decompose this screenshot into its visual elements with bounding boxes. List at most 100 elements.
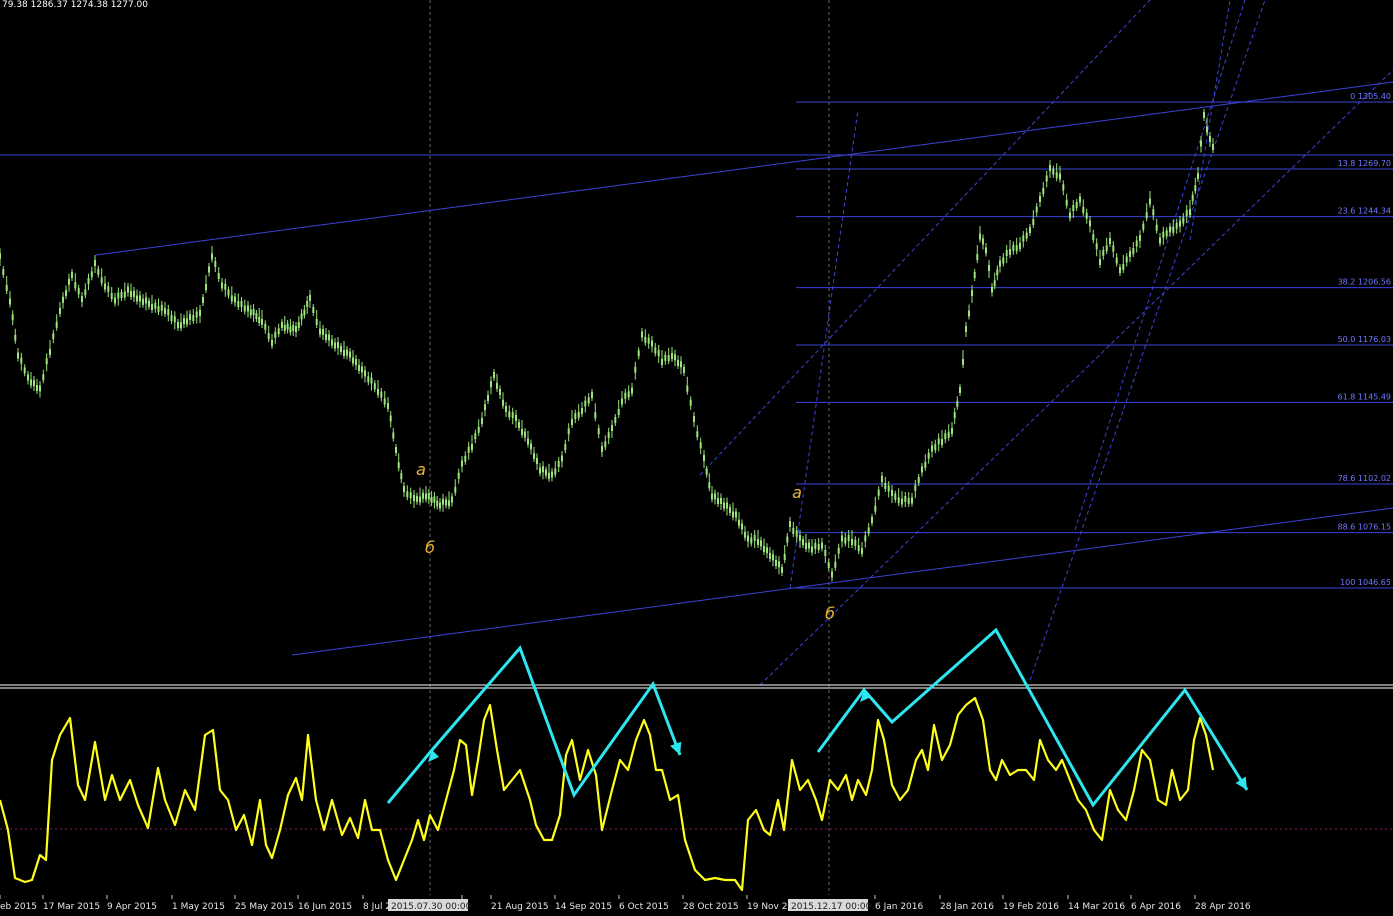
- candle-body: [148, 300, 150, 307]
- candle-body: [971, 290, 973, 296]
- candle-body: [49, 349, 51, 355]
- candle-body: [959, 387, 961, 393]
- candle-body: [557, 461, 560, 467]
- candle-body: [481, 418, 483, 424]
- candle-body: [708, 482, 711, 489]
- time-axis-label: 25 May 2015: [235, 902, 294, 912]
- candle-body: [732, 511, 734, 518]
- candle-body: [741, 523, 743, 530]
- candle-body: [778, 561, 780, 568]
- candle-body: [674, 354, 676, 361]
- time-axis-label: 21 Aug 2015: [491, 902, 549, 912]
- candle-body: [661, 359, 663, 365]
- candle-body: [985, 247, 987, 254]
- time-axis-label: 1 May 2015: [172, 902, 225, 912]
- candle-body: [1079, 196, 1081, 203]
- candle-body: [33, 380, 35, 386]
- candle-body: [693, 416, 695, 422]
- candle-body: [897, 497, 900, 504]
- candle-body: [502, 399, 504, 406]
- time-axis-label: 14 Mar 2016: [1068, 902, 1125, 912]
- candle-body: [637, 350, 640, 357]
- ohlc-header: 79.38 1286.37 1274.38 1277.00: [2, 0, 148, 10]
- candle-body: [1209, 136, 1211, 142]
- candle-body: [471, 444, 473, 450]
- price-chart-svg[interactable]: 0 1305.40 13.8 1269.70 23.6 1244.34 38.2 12…: [0, 0, 1393, 912]
- candle-body: [597, 428, 600, 435]
- candle-body: [993, 280, 996, 287]
- time-axis-label: 28 Oct 2015: [683, 902, 739, 912]
- candle-body: [430, 497, 433, 503]
- candle-body: [68, 278, 70, 285]
- candle-body: [894, 493, 897, 500]
- candle-body: [0, 253, 1, 259]
- candle-body: [587, 397, 590, 404]
- trading-chart[interactable]: 0 1305.40 13.8 1269.70 23.6 1244.34 38.2 12…: [0, 0, 1393, 912]
- candle-body: [65, 290, 67, 296]
- candle-body: [377, 389, 379, 395]
- candle-body: [887, 485, 890, 492]
- candle-body: [439, 502, 441, 509]
- candle-body: [457, 472, 460, 479]
- candle-body: [536, 458, 538, 464]
- candle-body: [505, 406, 507, 412]
- candle-body: [467, 446, 470, 453]
- candle-body: [319, 328, 321, 335]
- candle-body: [52, 333, 55, 340]
- candle-body: [542, 466, 544, 473]
- candle-body: [110, 293, 113, 299]
- candle-body: [1200, 140, 1202, 147]
- candle-body: [1042, 188, 1045, 194]
- candle-body: [436, 500, 439, 507]
- candle-body: [27, 374, 29, 381]
- candle-body: [789, 521, 791, 527]
- candle-body: [1132, 248, 1135, 254]
- candle-body: [419, 496, 421, 503]
- candle-body: [884, 483, 887, 489]
- candle-body: [545, 469, 547, 476]
- candle-body: [988, 265, 990, 271]
- candle-body: [591, 392, 593, 398]
- candle-body: [243, 305, 246, 312]
- candle-body: [186, 318, 188, 325]
- candle-body: [1039, 196, 1041, 202]
- candle-body: [1009, 249, 1011, 255]
- candle-body: [167, 309, 170, 316]
- candle-body: [230, 295, 233, 302]
- candle-body: [289, 326, 292, 333]
- candle-body: [380, 391, 383, 398]
- candle-body: [202, 297, 204, 303]
- candle-body: [1149, 198, 1151, 205]
- candle-body: [651, 340, 653, 347]
- candle-body: [921, 466, 923, 473]
- candle-body: [799, 535, 801, 541]
- candle-body: [1212, 144, 1214, 150]
- candle-body: [941, 439, 943, 445]
- candle-body: [136, 295, 138, 302]
- candle-body: [355, 359, 357, 365]
- time-axis-label: 28 Jan 2016: [940, 902, 994, 912]
- candle-body: [683, 367, 685, 373]
- fib-level-label: 13.8 1269.70: [1338, 159, 1391, 168]
- candle-body: [499, 389, 501, 395]
- time-axis-label: 28 Apr 2016: [1195, 902, 1251, 912]
- candle-body: [331, 339, 333, 346]
- candle-body: [621, 398, 623, 405]
- candle-body: [255, 313, 258, 319]
- candle-body: [427, 493, 430, 499]
- candle-body: [956, 400, 959, 407]
- candle-body: [45, 358, 48, 365]
- candle-body: [487, 395, 489, 401]
- candle-body: [303, 309, 306, 316]
- candle-body: [349, 351, 351, 358]
- crosshair-date-label: 2015.12.17 00:00: [791, 902, 872, 912]
- candle-body: [114, 297, 116, 304]
- candle-body: [611, 425, 613, 431]
- candle-body: [127, 286, 129, 293]
- candle-body: [1145, 212, 1148, 219]
- candle-body: [1075, 202, 1078, 208]
- candle-body: [271, 340, 273, 346]
- candle-body: [406, 491, 409, 498]
- time-axis-label: 6 Apr 2016: [1131, 902, 1181, 912]
- candle-body: [802, 539, 804, 545]
